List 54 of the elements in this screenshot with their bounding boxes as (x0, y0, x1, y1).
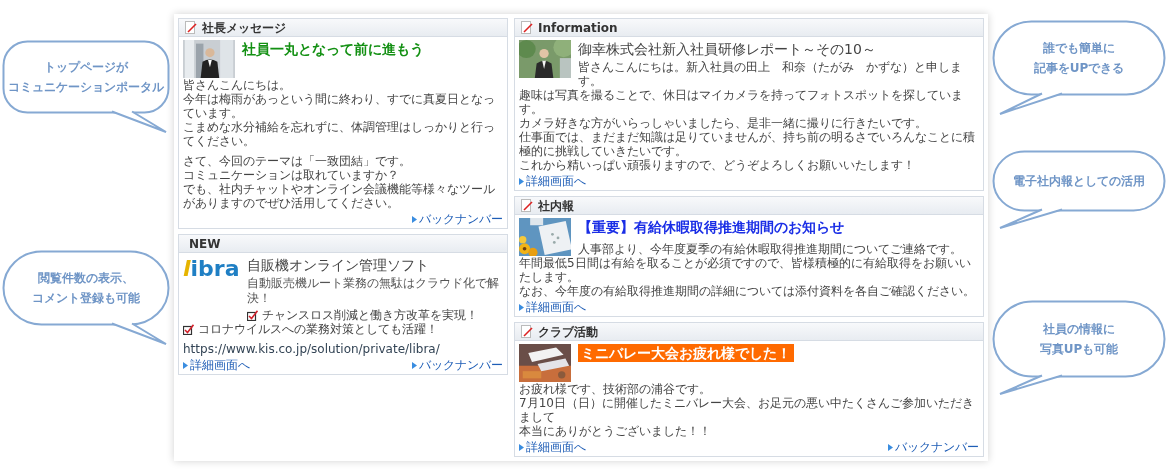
bubble-text: コメント登録も可能 (32, 290, 140, 307)
panel-title: Information (538, 20, 618, 35)
bubble-text: コミュニケーションポータル (8, 79, 164, 96)
body-text: 人事部より、今年度夏季の有給休暇取得推進期間についてご連絡です。 (578, 242, 962, 256)
bubble-text: 写真UPも可能 (1039, 341, 1119, 358)
bubble-text: 社員の情報に (1043, 321, 1115, 338)
body-text: こまめな水分補給を忘れずに、体調管理はしっかりと行ってください。 (183, 120, 496, 148)
bubble-text: 記事をUPできる (1033, 60, 1125, 77)
back-number-link[interactable]: バックナンバー (412, 212, 503, 226)
body-text: お疲れ様です、技術部の浦谷です。 (519, 382, 712, 396)
check-text: チャンスロス削減と働き方改革を実現！ (261, 308, 478, 322)
panel-title: クラブ活動 (538, 324, 598, 339)
body-text: 趣味は写真を撮ることで、休日はマイカメラを持ってフォトスポットを探しています。 (519, 88, 964, 116)
body-text: でも、社内チャットやオンライン会議機能等様々なツールがありますのでぜひ活用してください。 (183, 182, 496, 210)
body-text: これから精いっぱい頑張りますので、どうぞよろしくお願いいたします！ (519, 158, 916, 172)
back-number-link[interactable]: バックナンバー (888, 440, 979, 454)
triangle-icon (519, 303, 524, 311)
detail-link[interactable]: 詳細画面へ (519, 440, 586, 454)
url-text: https://www.kis.co.jp/solution/private/libra/ (183, 342, 441, 356)
body-text: 年間最低5日間は有給を取ることが必須ですので、皆様積極的に有給取得をお願いいたします。 (519, 256, 972, 284)
body-text: さて、今回のテーマは「一致団結」です。 (183, 154, 412, 168)
detail-link[interactable]: 詳細画面へ (519, 174, 586, 188)
bubble-text: 閲覧件数の表示、 (38, 270, 134, 287)
body-text: 今年は梅雨があっという間に終わり、すでに真夏日となっています。 (183, 92, 496, 120)
body-text: 皆さんこんにちは。新入社員の田上 和奈（たがみ かずな）と申します。 (578, 60, 963, 88)
subtitle: 自動販売機ルート業務の無駄はクラウド化で解決！ (246, 276, 500, 306)
body-text: コミュニケーションは取れていますか？ (183, 168, 400, 182)
body-text: カメラ好きな方がいらっしゃいましたら、是非一緒に撮りに行きたいです。 (519, 116, 928, 130)
detail-link[interactable]: 詳細画面へ (519, 300, 586, 314)
bubble-text: トップページが (44, 59, 128, 76)
triangle-icon (183, 361, 188, 369)
article-title[interactable]: 自販機オンライン管理ソフト (246, 256, 503, 274)
back-number-link[interactable]: バックナンバー (412, 358, 503, 372)
panel-title: 社内報 (538, 198, 574, 213)
logo: libra (183, 256, 240, 282)
triangle-icon (888, 443, 893, 451)
bubble-text: 電子社内報としての活用 (1013, 173, 1145, 190)
panel-title: NEW (189, 236, 221, 251)
bubble-text: 誰でも簡単に (1043, 40, 1115, 57)
article-title[interactable]: 社員一丸となって前に進もう (242, 40, 424, 58)
detail-link[interactable]: 詳細画面へ (183, 358, 250, 372)
body-text: 7月10日（日）に開催したミニバレー大会、お足元の悪い中たくさんご参加いただきまして (519, 396, 975, 424)
triangle-icon (519, 443, 524, 451)
triangle-icon (412, 361, 417, 369)
article-title[interactable]: 【重要】有給休暇取得推進期間のお知らせ (578, 218, 962, 236)
body-text: 仕事面では、まだまだ知識は足りていませんが、持ち前の明るさでいろんなことに積極的に挑戦していきたいです。 (519, 130, 976, 158)
triangle-icon (412, 215, 417, 223)
triangle-icon (519, 177, 524, 185)
body-text: 皆さんこんにちは。 (183, 78, 292, 92)
body-text: なお、今年度の有給取得推進期間の詳細については添付資料を各自ご確認ください。 (519, 284, 976, 298)
body-text: 本当にありがとうございました！！ (519, 424, 712, 438)
article-title[interactable]: 御幸株式会社新入社員研修レポート～その10～ (578, 40, 979, 58)
check-text: コロナウイルスへの業務対策としても活躍！ (198, 322, 438, 336)
panel-title: 社長メッセージ (202, 20, 286, 35)
